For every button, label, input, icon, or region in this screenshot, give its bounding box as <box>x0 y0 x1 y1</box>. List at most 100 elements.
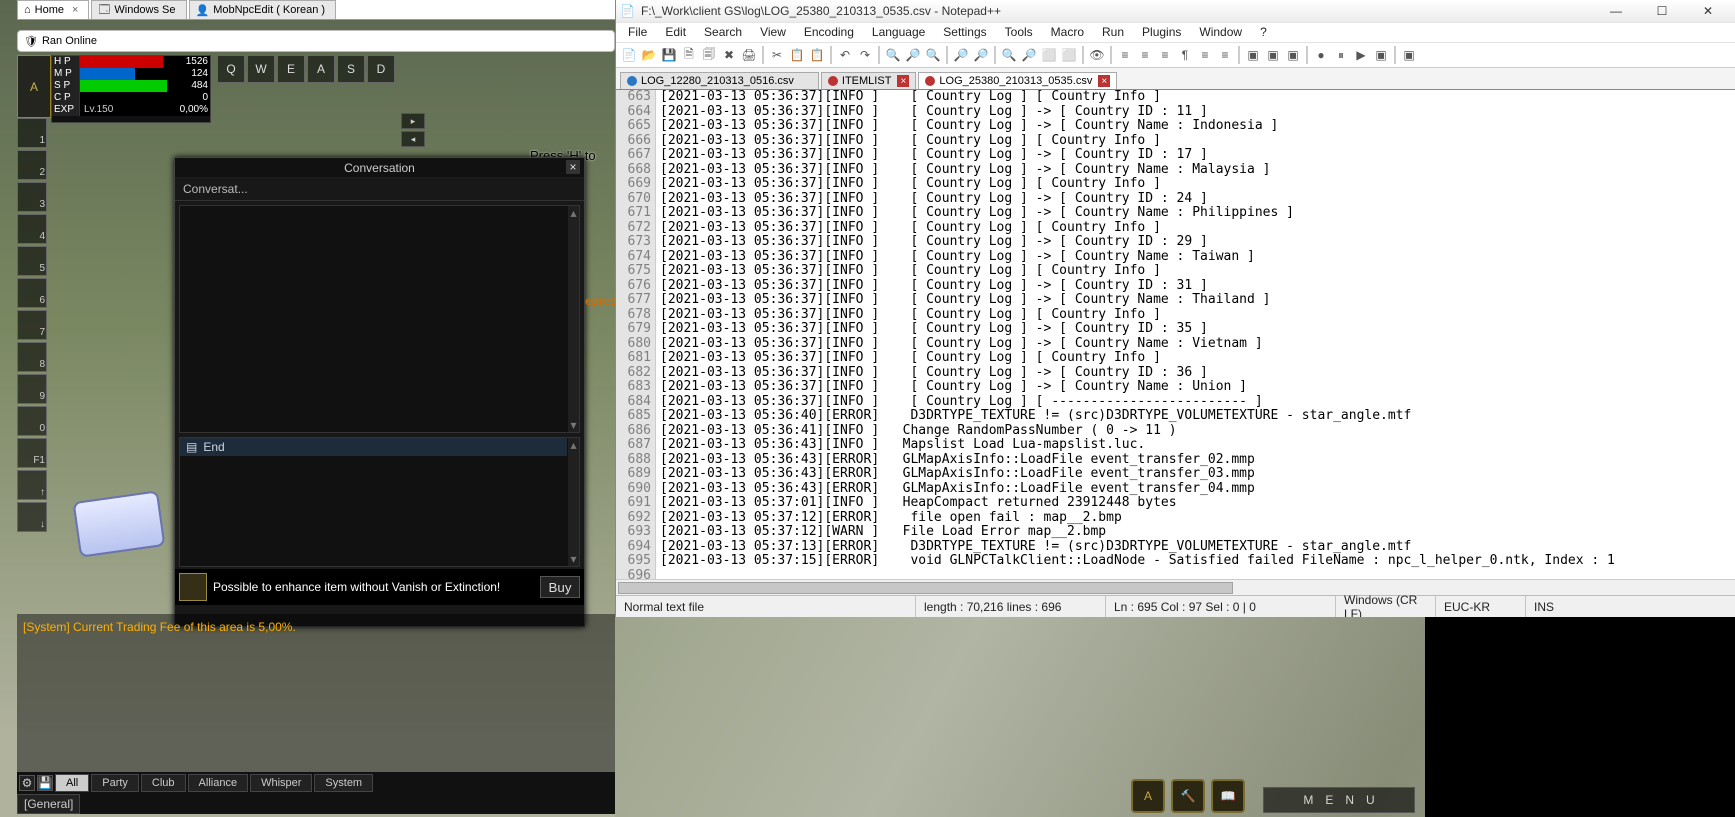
browser-tab-mobnpc[interactable]: 👤 MobNpcEdit ( Korean ) <box>189 0 337 19</box>
menu-tools[interactable]: Tools <box>997 23 1041 42</box>
toolbar-icon[interactable]: 🔎 <box>904 46 922 64</box>
toolbar-icon[interactable]: 🔍 <box>924 46 942 64</box>
menu-encoding[interactable]: Encoding <box>796 23 862 42</box>
toolbar-icon[interactable]: ≡ <box>1216 46 1234 64</box>
toolbar-icon[interactable]: ↶ <box>836 46 854 64</box>
orb-book-icon[interactable]: 📖 <box>1211 779 1245 813</box>
hotkey-e[interactable]: E <box>277 55 305 83</box>
menu-settings[interactable]: Settings <box>935 23 994 42</box>
action-slot[interactable]: 2 <box>17 150 47 180</box>
doc-tab[interactable]: ITEMLIST× <box>821 72 917 89</box>
close-icon[interactable]: × <box>72 4 78 16</box>
mail-icon[interactable] <box>73 490 166 557</box>
chat-tab-system[interactable]: System <box>314 774 373 792</box>
action-slot[interactable]: ↑ <box>17 470 47 500</box>
action-slot[interactable]: F1 <box>17 438 47 468</box>
titlebar[interactable]: 📄 F:\_Work\client GS\log\LOG_25380_21031… <box>616 0 1735 22</box>
menu-macro[interactable]: Macro <box>1043 23 1092 42</box>
close-icon[interactable]: × <box>566 160 580 174</box>
orb-a-icon[interactable]: A <box>1131 779 1165 813</box>
toolbar-icon[interactable]: 📋 <box>788 46 806 64</box>
scroll-up-icon[interactable]: ▴ <box>570 206 576 220</box>
toolbar-icon[interactable]: 📂 <box>640 46 658 64</box>
toolbar-icon[interactable]: 📋 <box>808 46 826 64</box>
close-icon[interactable]: × <box>1098 75 1110 87</box>
orb-hammer-icon[interactable]: 🔨 <box>1171 779 1205 813</box>
menu-button[interactable]: MENU <box>1263 787 1415 813</box>
toolbar-icon[interactable]: ✖ <box>720 46 738 64</box>
widget-left-icon[interactable]: ◂ <box>401 131 425 147</box>
menu-plugins[interactable]: Plugins <box>1134 23 1189 42</box>
toolbar-icon[interactable]: ⬜ <box>1060 46 1078 64</box>
action-slot[interactable]: 3 <box>17 182 47 212</box>
scrollbar[interactable]: ▴▾ <box>567 206 579 432</box>
hotkey-s[interactable]: S <box>337 55 365 83</box>
toolbar-icon[interactable]: 📄 <box>620 46 638 64</box>
gear-icon[interactable]: ⚙ <box>19 775 35 791</box>
toolbar-icon[interactable]: ▣ <box>1244 46 1262 64</box>
close-icon[interactable]: × <box>897 75 909 87</box>
toolbar-icon[interactable]: ≡ <box>1156 46 1174 64</box>
toolbar-icon[interactable]: 🔎 <box>952 46 970 64</box>
code-area[interactable]: [2021-03-13 05:36:37][INFO ] [ Country L… <box>656 90 1735 579</box>
minimize-button[interactable]: — <box>1593 1 1639 21</box>
toolbar-icon[interactable]: ▣ <box>1284 46 1302 64</box>
menu-language[interactable]: Language <box>864 23 933 42</box>
toolbar-icon[interactable]: ¶ <box>1176 46 1194 64</box>
editor[interactable]: 663 664 665 666 667 668 669 670 671 672 … <box>616 90 1735 579</box>
action-slot[interactable]: 8 <box>17 342 47 372</box>
chat-tab-club[interactable]: Club <box>141 774 186 792</box>
menu-file[interactable]: File <box>620 23 655 42</box>
scrollbar[interactable]: ▴▾ <box>567 438 579 566</box>
hotkey-a[interactable]: A <box>307 55 335 83</box>
toolbar-icon[interactable]: 🗎 <box>680 46 698 64</box>
action-slot[interactable]: 9 <box>17 374 47 404</box>
toolbar-icon[interactable]: 💾 <box>660 46 678 64</box>
menu-view[interactable]: View <box>752 23 794 42</box>
buy-button[interactable]: Buy <box>540 576 580 598</box>
save-icon[interactable]: 💾 <box>37 775 53 791</box>
url-bar[interactable]: 🛡 Ran Online <box>17 30 615 52</box>
toolbar-icon[interactable]: ● <box>1312 46 1330 64</box>
menu-run[interactable]: Run <box>1094 23 1132 42</box>
toolbar-icon[interactable]: 🗐 <box>700 46 718 64</box>
toolbar-icon[interactable]: ▣ <box>1372 46 1390 64</box>
chat-channel-label[interactable]: [General] <box>17 794 80 814</box>
chat-tab-alliance[interactable]: Alliance <box>188 774 249 792</box>
browser-tab-windows[interactable]: 🗔 Windows Se <box>91 0 186 19</box>
doc-tab[interactable]: LOG_12280_210313_0516.csv× <box>620 72 819 89</box>
avatar-icon[interactable]: A <box>17 55 51 118</box>
doc-tab[interactable]: LOG_25380_210313_0535.csv× <box>918 72 1117 89</box>
toolbar-icon[interactable]: ✂ <box>768 46 786 64</box>
action-slot[interactable]: 1 <box>17 118 47 148</box>
toolbar-icon[interactable]: ⏸ <box>1332 46 1350 64</box>
toolbar-icon[interactable]: 🔍 <box>1000 46 1018 64</box>
hotkey-d[interactable]: D <box>367 55 395 83</box>
chat-tab-party[interactable]: Party <box>91 774 139 792</box>
action-slot[interactable]: ↓ <box>17 502 47 532</box>
action-slot[interactable]: 4 <box>17 214 47 244</box>
action-slot[interactable]: 6 <box>17 278 47 308</box>
toolbar-icon[interactable]: ≡ <box>1136 46 1154 64</box>
hotkey-w[interactable]: W <box>247 55 275 83</box>
toolbar-icon[interactable]: ≡ <box>1196 46 1214 64</box>
toolbar-icon[interactable]: 🔎 <box>972 46 990 64</box>
menu-search[interactable]: Search <box>696 23 750 42</box>
toolbar-icon[interactable]: 🔍 <box>884 46 902 64</box>
scroll-down-icon[interactable]: ▾ <box>570 552 576 566</box>
hotkey-q[interactable]: Q <box>217 55 245 83</box>
toolbar-icon[interactable]: ⬜ <box>1040 46 1058 64</box>
toolbar-icon[interactable]: 👁 <box>1088 46 1106 64</box>
chat-tab-all[interactable]: All <box>55 774 89 792</box>
toolbar-icon[interactable]: ▶ <box>1352 46 1370 64</box>
scroll-down-icon[interactable]: ▾ <box>570 418 576 432</box>
toolbar-icon[interactable]: ↷ <box>856 46 874 64</box>
widget-right-icon[interactable]: ▸ <box>401 113 425 129</box>
action-slot[interactable]: 0 <box>17 406 47 436</box>
menu-window[interactable]: Window <box>1191 23 1250 42</box>
scroll-up-icon[interactable]: ▴ <box>570 438 576 452</box>
toolbar-icon[interactable]: ≡ <box>1116 46 1134 64</box>
menu-[interactable]: ? <box>1252 23 1275 42</box>
chat-tab-whisper[interactable]: Whisper <box>250 774 312 792</box>
menu-edit[interactable]: Edit <box>657 23 694 42</box>
